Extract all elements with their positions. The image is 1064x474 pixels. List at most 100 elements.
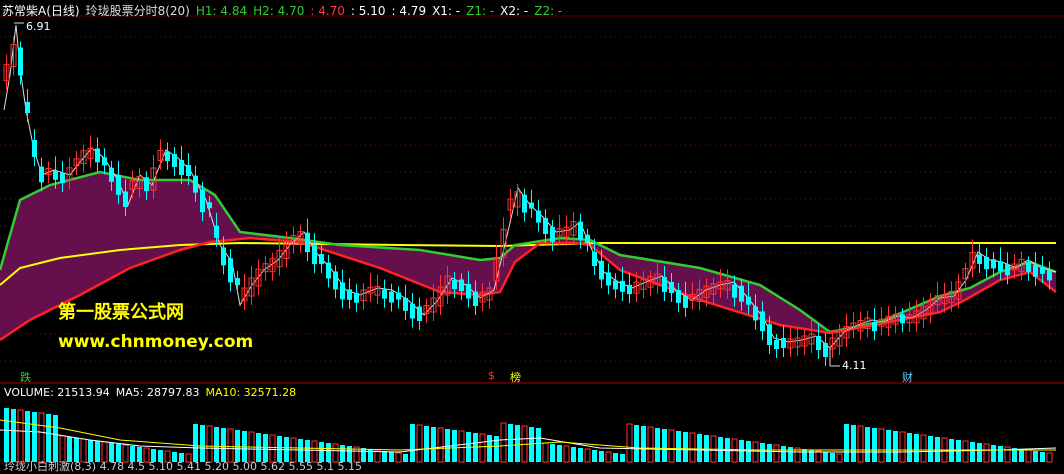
candle-body-down [109, 167, 114, 182]
z2-value: Z2: - [534, 4, 563, 18]
volume-bar-up [38, 412, 45, 463]
volume-bar-down [928, 436, 933, 462]
candle-body-down [60, 172, 65, 184]
candle-body-down [1047, 270, 1052, 281]
volume-bar-down [46, 414, 51, 462]
bottom-indicator-partial: 玲珑小白刺激(8,3) 4.78 4.5 5.10 5.41 5.20 5.00… [4, 460, 362, 473]
z1-value: Z1: - [466, 4, 495, 18]
volume-bar-down [998, 446, 1003, 462]
candle-body-down [207, 202, 212, 209]
candle-body-down [606, 272, 611, 286]
candle-body-down [228, 258, 233, 283]
candle-body-down [683, 295, 688, 308]
candle-body-down [396, 292, 401, 300]
candle-body-down [179, 160, 184, 175]
candle-body-down [466, 284, 471, 299]
volume-bar-up [878, 428, 885, 463]
signal-icon-dollar[interactable]: $ [488, 369, 495, 382]
signal-icon-down[interactable]: 跌 [20, 369, 31, 385]
volume-bar-down [53, 415, 58, 462]
volume-bar-down [389, 452, 394, 462]
candle-body-down [1040, 266, 1045, 274]
volume-bar-down [802, 449, 807, 462]
volume-bar-down [613, 453, 618, 462]
volume-bar-up [563, 445, 570, 463]
volume-bar-up [479, 433, 486, 463]
candle-body-down [102, 157, 107, 166]
volume-bar-down [214, 427, 219, 462]
candle-body-down [193, 175, 198, 193]
volume-bar-down [515, 425, 520, 462]
volume-bar-up [626, 423, 633, 463]
candle-body-down [781, 338, 786, 348]
volume-bar-down [767, 444, 772, 462]
candle-body-down [536, 210, 541, 223]
volume-bar-down [1033, 451, 1038, 462]
stock-name[interactable]: 苏常柴A [2, 4, 46, 18]
candle-body-down [676, 290, 681, 303]
candle-body-down [123, 191, 128, 207]
volume-bar-down [641, 426, 646, 462]
volume-bar-down [697, 434, 702, 462]
chart-header: 苏常柴A(日线) 玲珑股票分时8(20) H1: 4.84 H2: 4.70: 4.7… [2, 2, 568, 19]
volume-bar-down [788, 447, 793, 462]
candle-body-down [753, 306, 758, 321]
volume-bar-down [991, 445, 996, 462]
volume-bar-down [424, 426, 429, 462]
candle-body-down [221, 247, 226, 266]
candle-body-down [144, 177, 149, 192]
signal-icon-rank[interactable]: 榜 [510, 369, 521, 385]
volume-bar-down [683, 432, 688, 462]
candle-body-down [613, 280, 618, 290]
candle-body-down [95, 148, 100, 163]
candle-body-down [347, 289, 352, 300]
volume-value: VOLUME: 21513.94 [4, 386, 110, 399]
candle-body-down [116, 174, 121, 195]
volume-bar-down [571, 447, 576, 462]
candle-body-down [984, 257, 989, 270]
candle-body-down [998, 261, 1003, 272]
volume-bar-down [508, 424, 513, 462]
candle-body-down [599, 260, 604, 280]
volume-bar-up [437, 427, 444, 463]
volume-bar-down [914, 434, 919, 462]
volume-bar-down [865, 427, 870, 462]
volume-bar-up [542, 442, 549, 463]
volume-bar-up [773, 444, 780, 463]
volume-bar-down [557, 445, 562, 462]
volume-bar-down [536, 428, 541, 462]
candle-body-down [459, 279, 464, 291]
volume-bar-down [655, 428, 660, 462]
candle-body-down [991, 259, 996, 269]
candle-body-down [669, 282, 674, 293]
candle-body-down [305, 232, 310, 253]
volume-bar-down [781, 446, 786, 462]
volume-bar-down [760, 443, 765, 462]
candle-body-down [900, 314, 905, 324]
candle-body-down [823, 343, 828, 357]
volume-bar-down [550, 444, 555, 462]
volume-bar-up [920, 434, 927, 463]
indicator-name[interactable]: 玲珑股票分时8(20) [86, 4, 190, 18]
period-label: (日线) [46, 4, 80, 18]
volume-bar-up [17, 409, 24, 463]
volume-bar-down [592, 450, 597, 462]
volume-bar-up [605, 451, 612, 463]
volume-bar-up [962, 440, 969, 463]
volume-bar-down [725, 438, 730, 462]
candle-body-down [620, 280, 625, 292]
candle-body-down [312, 245, 317, 265]
candle-body-down [767, 324, 772, 345]
ma10-value: MA10: 32571.28 [205, 386, 297, 399]
candle-body-down [39, 166, 44, 183]
signal-icon-finance[interactable]: 财 [902, 369, 913, 385]
candle-body-down [529, 202, 534, 209]
volume-bar-down [823, 452, 828, 462]
volume-bar-down [907, 433, 912, 462]
candle-body-down [53, 170, 58, 180]
watermark-url: www.chnmoney.com [58, 332, 254, 352]
low-price-label: 4.11 [842, 359, 867, 372]
candle-body-down [333, 271, 338, 290]
volume-bar-up [689, 432, 696, 463]
volume-bar-up [416, 424, 423, 463]
